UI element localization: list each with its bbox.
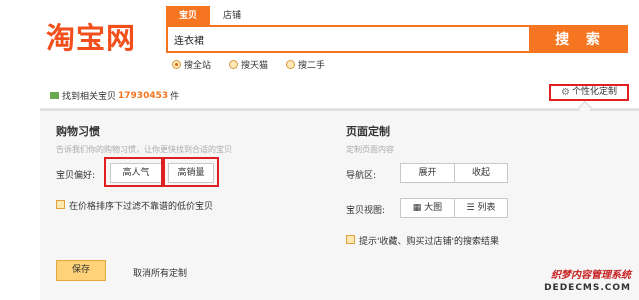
scope-all[interactable]: 搜全站	[172, 58, 211, 71]
view-label: 宝贝视图:	[346, 206, 386, 216]
view-list-label: 列表	[477, 203, 496, 213]
radio-icon[interactable]	[229, 60, 238, 69]
radio-icon[interactable]	[286, 60, 295, 69]
search-input[interactable]	[168, 27, 526, 51]
personalize-button[interactable]: ⚙ 个性化定制	[549, 84, 629, 101]
save-button[interactable]: 保存	[56, 260, 106, 281]
search-box: 搜 索	[166, 25, 628, 53]
taobao-logo[interactable]: 淘宝网	[46, 24, 136, 53]
nav-collapse-button[interactable]: 收起	[454, 164, 507, 182]
cancel-all-link[interactable]: 取消所有定制	[133, 266, 187, 279]
filter-label: 在价格排序下过滤不靠谱的低价宝贝	[69, 202, 214, 212]
scope-secondhand-label: 搜二手	[298, 61, 326, 71]
tab-shops[interactable]: 店铺	[216, 6, 248, 26]
tip-label: 提示'收藏、购买过店铺'的搜索结果	[359, 237, 499, 247]
watermark-line1: 织梦内容管理系统	[551, 270, 631, 281]
shopping-habits-desc: 告诉我们你的购物习惯，让你更快找到合适的宝贝	[56, 145, 232, 154]
page-custom-title: 页面定制	[346, 125, 390, 138]
result-icon	[50, 92, 59, 99]
watermark: 织梦内容管理系统 DEDECMS.COM	[519, 266, 631, 293]
scope-tmall[interactable]: 搜天猫	[229, 58, 268, 71]
radio-icon[interactable]	[172, 60, 181, 69]
filter-checkbox[interactable]	[56, 200, 65, 209]
personalize-label: 个性化定制	[571, 87, 617, 97]
search-button[interactable]: 搜 索	[529, 27, 626, 51]
view-toggle: ▦ 大图 ☰ 列表	[400, 198, 508, 218]
scope-tmall-label: 搜天猫	[241, 61, 269, 71]
nav-toggle: 展开 收起	[400, 163, 508, 183]
view-list-button[interactable]: ☰ 列表	[454, 199, 507, 217]
list-icon: ☰	[466, 203, 478, 213]
preference-label: 宝贝偏好:	[56, 171, 96, 181]
gear-icon: ⚙	[561, 87, 570, 98]
result-suffix: 件	[170, 92, 180, 102]
view-grid-label: 大图	[424, 203, 443, 213]
highlight-box	[104, 157, 163, 187]
nav-expand-button[interactable]: 展开	[401, 164, 454, 182]
nav-label: 导航区:	[346, 171, 377, 181]
shopping-habits-title: 购物习惯	[56, 125, 100, 138]
page-custom-desc: 定制页面内容	[346, 145, 394, 154]
scope-all-label: 搜全站	[184, 61, 212, 71]
result-summary: 找到相关宝贝 17930453 件	[50, 89, 179, 102]
tab-items[interactable]: 宝贝	[166, 6, 210, 26]
result-prefix: 找到相关宝贝	[62, 92, 117, 102]
watermark-line2: DEDECMS.COM	[544, 283, 631, 293]
grid-icon: ▦	[412, 203, 425, 213]
tip-checkbox[interactable]	[346, 235, 355, 244]
view-grid-button[interactable]: ▦ 大图	[401, 199, 454, 217]
result-count: 17930453	[118, 90, 169, 101]
highlight-box	[163, 157, 219, 187]
scope-secondhand[interactable]: 搜二手	[286, 58, 325, 71]
